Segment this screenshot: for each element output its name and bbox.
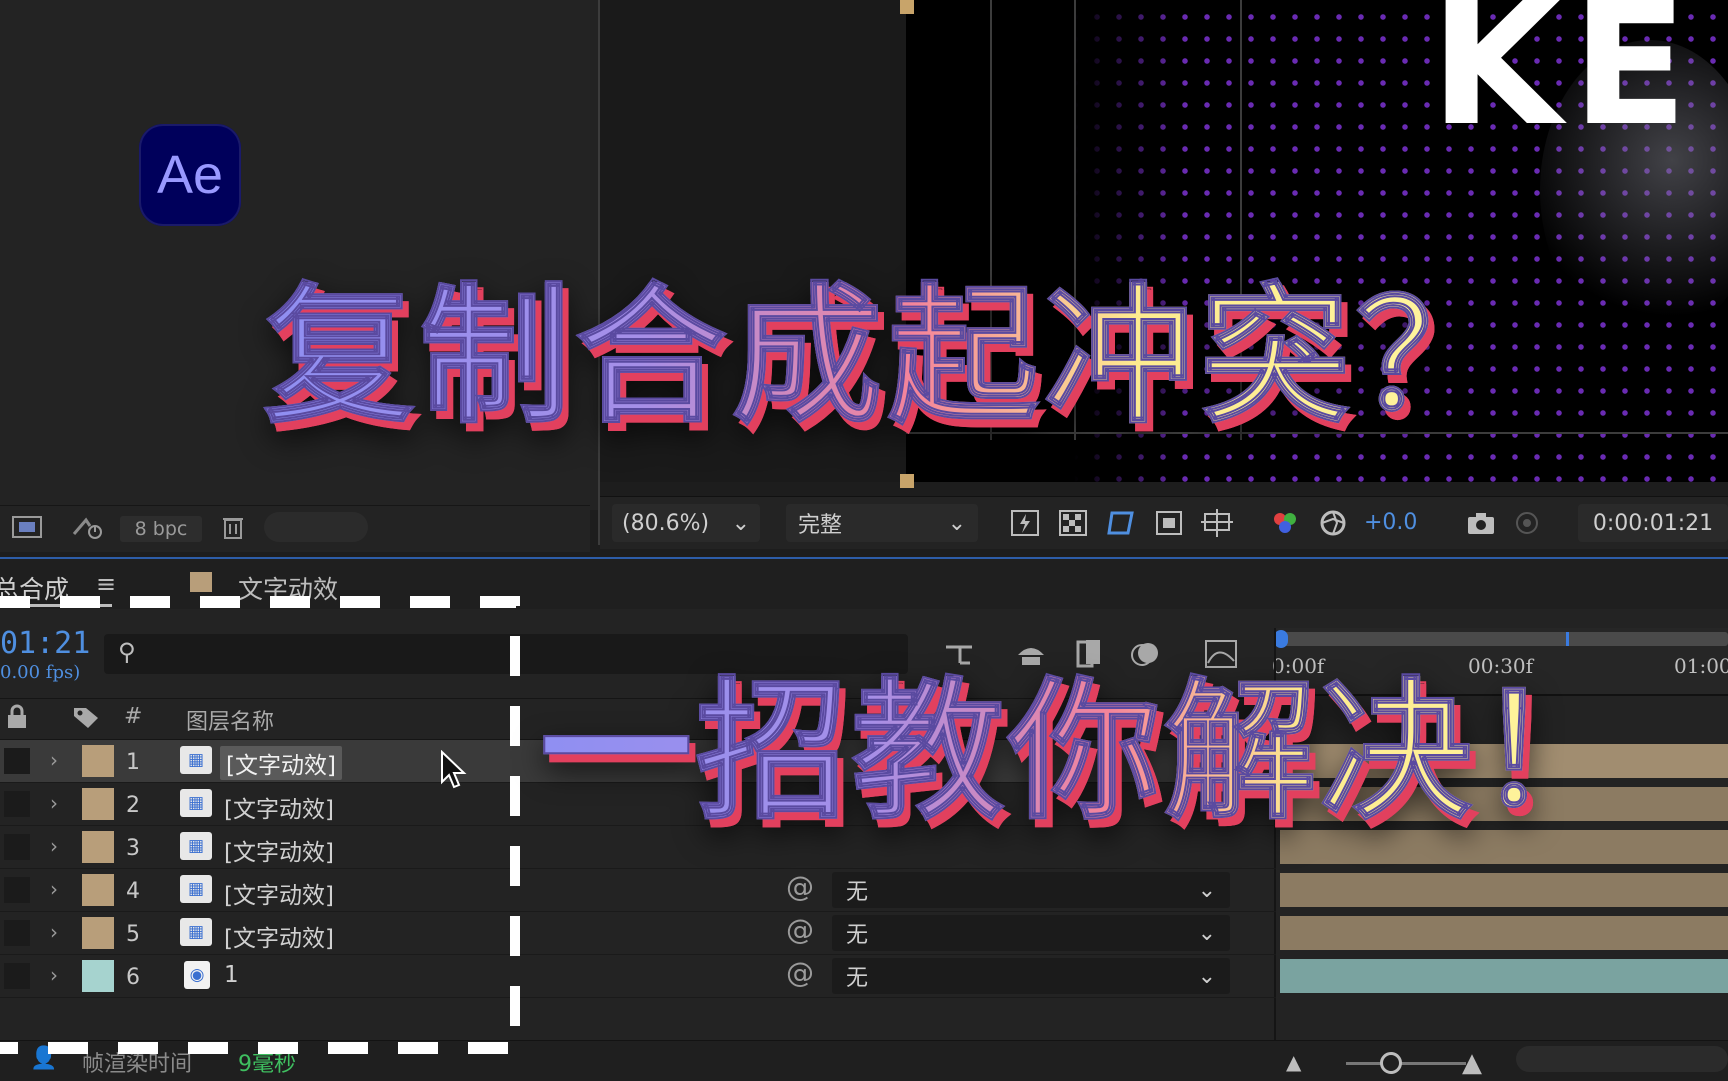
parent-value: 无 — [846, 880, 869, 905]
color-management-icon[interactable] — [1314, 504, 1352, 542]
time-navigator[interactable] — [1516, 1046, 1728, 1072]
timecode-value: 0:00:01:21 — [1592, 510, 1714, 536]
ruler-label: 01:00f — [1674, 654, 1728, 678]
transparency-grid-icon[interactable] — [1054, 504, 1092, 542]
fast-preview-icon[interactable] — [1006, 504, 1044, 542]
interpret-footage-icon[interactable] — [8, 512, 46, 542]
transform-handle[interactable] — [900, 0, 914, 14]
transform-handle[interactable] — [900, 474, 914, 488]
chevron-down-icon: ⌄ — [1197, 963, 1216, 989]
flowchart-icon[interactable] — [68, 512, 106, 542]
project-search-pill[interactable] — [264, 512, 368, 542]
work-area-bar[interactable] — [1280, 632, 1728, 646]
headline-line-1: 复制合成起冲突？ — [263, 270, 1513, 444]
work-area-start-handle[interactable] — [1274, 630, 1288, 648]
pick-whip-icon[interactable]: @ — [786, 870, 814, 903]
after-effects-logo: Ae — [139, 124, 241, 226]
parent-value: 无 — [846, 966, 869, 991]
pick-whip-icon[interactable]: @ — [786, 913, 814, 946]
exposure-value[interactable]: +0.0 — [1364, 510, 1417, 535]
layer-track-bar[interactable] — [1280, 959, 1728, 993]
parent-dropdown[interactable]: 无 ⌄ — [832, 872, 1230, 908]
trash-icon[interactable] — [214, 512, 252, 542]
parent-value: 无 — [846, 923, 869, 948]
zoom-in-icon[interactable]: ▲ — [1462, 1048, 1482, 1078]
show-snapshot-icon[interactable] — [1508, 504, 1546, 542]
zoom-slider-track[interactable] — [1346, 1062, 1466, 1065]
zoom-slider-thumb[interactable] — [1380, 1052, 1402, 1074]
chevron-down-icon: ⌄ — [947, 510, 966, 536]
chevron-down-icon: ⌄ — [1197, 920, 1216, 946]
chevron-down-icon: ⌄ — [1197, 877, 1216, 903]
bit-depth-button[interactable]: 8 bpc — [120, 516, 202, 542]
zoom-value: (80.6%) — [622, 510, 710, 536]
layer-track-bar[interactable] — [1280, 916, 1728, 950]
dashed-highlight-frame — [0, 596, 520, 1054]
layer-track-bar[interactable] — [1280, 873, 1728, 907]
playhead-marker[interactable] — [1566, 632, 1569, 646]
headline-line-2: 一招教你解决！ — [539, 663, 1632, 840]
mask-visibility-icon[interactable] — [1102, 504, 1140, 542]
channel-rgb-icon[interactable] — [1266, 504, 1304, 542]
resolution-dropdown[interactable]: 完整 ⌄ — [786, 504, 978, 542]
camera-icon[interactable] — [1462, 504, 1500, 542]
composition-color-icon — [190, 572, 212, 592]
pick-whip-icon[interactable]: @ — [786, 956, 814, 989]
chevron-down-icon: ⌄ — [731, 510, 750, 536]
zoom-out-icon[interactable]: ▲ — [1286, 1050, 1301, 1074]
zoom-dropdown[interactable]: (80.6%) ⌄ — [612, 504, 760, 542]
canvas-text: KE — [1430, 0, 1698, 164]
grid-guides-icon[interactable] — [1198, 504, 1236, 542]
parent-dropdown[interactable]: 无 ⌄ — [832, 958, 1230, 994]
viewer-timecode[interactable]: 0:00:01:21 — [1578, 504, 1728, 542]
region-of-interest-icon[interactable] — [1150, 504, 1188, 542]
resolution-value: 完整 — [798, 513, 843, 538]
mouse-cursor-icon — [441, 750, 467, 789]
parent-dropdown[interactable]: 无 ⌄ — [832, 915, 1230, 951]
